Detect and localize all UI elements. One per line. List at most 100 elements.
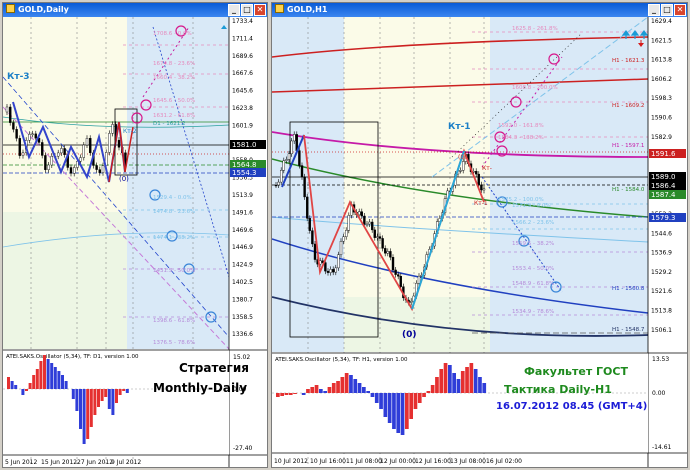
close-button[interactable]: ✕ (674, 4, 686, 16)
gold-h1-titlebar[interactable]: GOLD,H1 _ □ ✕ (272, 3, 687, 17)
axis-label: 1424.9 (232, 262, 253, 269)
axis-label: 1590.6 (651, 115, 672, 122)
svg-text:13 Jul 08:00: 13 Jul 08:00 (450, 458, 486, 465)
minimize-button[interactable]: _ (228, 4, 240, 16)
candle (334, 267, 337, 273)
oscillator-bar (387, 393, 392, 423)
gold-daily-titlebar[interactable]: GOLD,Daily _ □ ✕ (3, 3, 267, 17)
svg-text:27 Jun 2012: 27 Jun 2012 (77, 459, 113, 466)
svg-text:1589.0: 1589.0 (651, 173, 676, 181)
minimize-button[interactable]: _ (648, 4, 660, 16)
candle (360, 211, 364, 217)
maximize-button[interactable]: □ (661, 4, 673, 16)
h1-time-axis: 10 Jul 2012 10 Jul 16:00 11 Jul 08:00 12… (274, 458, 522, 465)
oscillator-bar (473, 369, 478, 393)
axis-label: 1513.9 (232, 192, 253, 199)
axis-label: 1358.5 (232, 314, 253, 321)
candle (108, 133, 111, 153)
axis-label: 1513.8 (651, 308, 672, 315)
axis-label: 1553.4 - 50.0% (512, 266, 554, 272)
candle (339, 241, 343, 255)
axis-label: 1608.8 - 200.0% (512, 85, 558, 91)
oscillator-bar (448, 365, 452, 393)
oscillator-bar (284, 393, 289, 395)
candle (381, 238, 384, 249)
candle (5, 106, 9, 113)
oscillator-bar (353, 379, 358, 393)
svg-text:16 Jul 02:00: 16 Jul 02:00 (486, 458, 522, 465)
wave-label-kt2: Кт-2 (123, 128, 137, 135)
axis-label: 1629.4 (651, 18, 672, 25)
candle (8, 106, 12, 123)
oscillator-bar (125, 389, 129, 393)
price-axis (648, 17, 687, 467)
axis-label: 1474.1 - 38.2% (153, 235, 195, 241)
oscillator-bar (75, 389, 79, 411)
candle (342, 236, 345, 242)
axis-label: 1536.9 (651, 250, 672, 257)
candle (396, 274, 400, 277)
candle (31, 133, 34, 136)
oscillator-bar (43, 355, 46, 389)
close-button[interactable]: ✕ (254, 4, 266, 16)
gold-h1-title: GOLD,H1 (287, 5, 328, 14)
oscillator-bar (374, 393, 379, 403)
oscillator-bar (340, 377, 345, 393)
axis-label: H1 - 1597.1 (612, 143, 644, 149)
candle (303, 176, 306, 198)
candle (277, 181, 280, 186)
gold-h1-chart[interactable]: 1625.8 - 261.8% H1 - 1621.3 1608.8 - 200.0… (272, 17, 687, 467)
candle (337, 254, 340, 269)
wave-label-kt1-small: Кт-1 (474, 200, 488, 207)
svg-text:0.00: 0.00 (652, 390, 666, 397)
oscillator-bar (39, 361, 43, 389)
candle (57, 152, 60, 157)
candle (34, 133, 37, 139)
oscillator-bar (14, 385, 18, 389)
oscillator-bar (28, 383, 32, 389)
daily-time-axis: 5 Jun 2012 15 Jun 2012 27 Jun 2012 9 Jul… (5, 459, 141, 466)
gold-h1-window[interactable]: GOLD,H1 _ □ ✕ 1625.8 - 261.8% H1 - 1621.… (271, 2, 688, 468)
candle (474, 171, 478, 175)
gold-daily-window[interactable]: GOLD,Daily _ □ ✕ 1708.6 - 0.0% 1674.8 - … (2, 2, 268, 468)
axis-label: D1 - 1621.2 (153, 121, 185, 127)
axis-label: 1582.9 (651, 134, 672, 141)
pale-green-zone (3, 212, 127, 349)
wave-label-zero-small: (0) (458, 154, 467, 161)
svg-text:-27.40: -27.40 (233, 445, 253, 452)
candle (12, 122, 15, 130)
axis-label: 1733.4 (232, 18, 253, 25)
oscillator-bar (426, 391, 431, 393)
oscillator-bar (93, 389, 97, 415)
svg-text:12 Jul 16:00: 12 Jul 16:00 (415, 458, 451, 465)
candle (373, 229, 377, 238)
oscillator-bar (478, 377, 482, 393)
oscillator-bar (276, 393, 280, 397)
oscillator-bar (61, 375, 64, 389)
oscillator-bar (370, 393, 375, 397)
candle (399, 276, 403, 287)
oscillator-bar (344, 373, 349, 393)
axis-label: 1376.5 - 78.6% (153, 340, 195, 346)
oscillator-bar (439, 369, 444, 393)
candle (298, 150, 301, 166)
wave-label-kt3: Кт-3 (7, 72, 30, 82)
wave-label-zero: (0) (402, 330, 417, 340)
oscillator-bar (456, 379, 461, 393)
svg-text:1586.4: 1586.4 (651, 182, 676, 190)
wave-label-zero: (0) (119, 175, 129, 183)
oscillator-bar (396, 393, 401, 433)
axis-label: 1674.8 - 23.6% (153, 61, 195, 67)
svg-text:9 Jul 2012: 9 Jul 2012 (111, 459, 141, 466)
maximize-button[interactable]: □ (241, 4, 253, 16)
oscillator-bar (86, 389, 90, 439)
oscillator-bar (79, 389, 82, 429)
axis-label: 1559.5 - 38.2% (512, 241, 554, 247)
arrow-signal-icon (621, 30, 649, 39)
oscillator-bar (111, 389, 115, 415)
gold-daily-chart[interactable]: 1708.6 - 0.0% 1674.8 - 23.6% 1660.4 - 38.2… (3, 17, 267, 467)
candle (282, 160, 286, 171)
svg-text:1554.3: 1554.3 (232, 169, 257, 177)
svg-text:10 Jul 16:00: 10 Jul 16:00 (310, 458, 346, 465)
svg-text:15 Jun 2012: 15 Jun 2012 (41, 459, 77, 466)
